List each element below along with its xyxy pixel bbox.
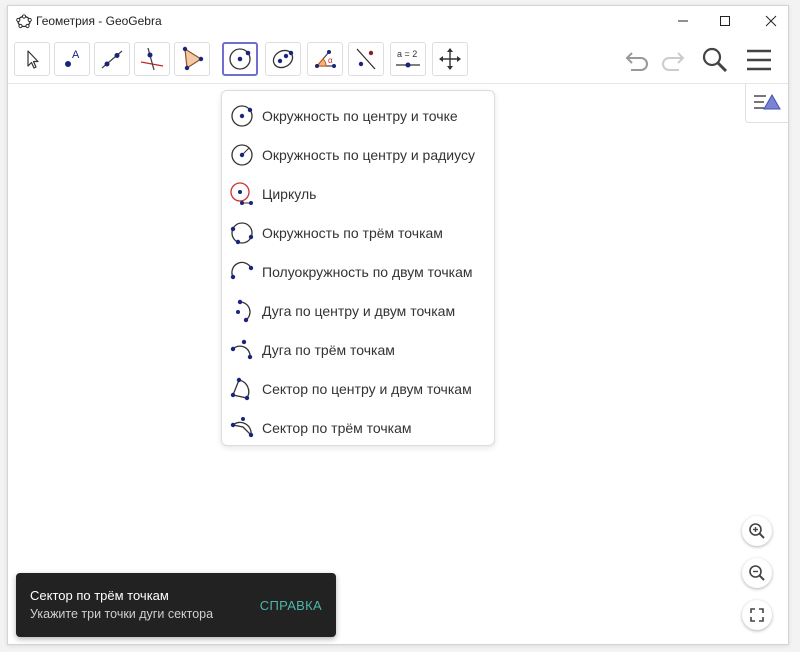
compass-icon bbox=[230, 182, 253, 205]
tool-ellipse[interactable] bbox=[265, 42, 301, 76]
search-icon bbox=[702, 47, 728, 73]
menu-item-circle-center-radius[interactable]: Окружность по центру и радиусу bbox=[222, 135, 494, 174]
maximize-icon bbox=[720, 16, 730, 26]
maximize-button[interactable] bbox=[702, 6, 748, 36]
redo-icon bbox=[662, 52, 685, 71]
menu-item-sector-three-points[interactable]: Сектор по трём точкам bbox=[222, 408, 494, 447]
minimize-button[interactable] bbox=[660, 6, 706, 36]
slider-icon: a = 2 bbox=[396, 49, 420, 68]
reflect-icon bbox=[356, 48, 376, 70]
sector-three-points-icon bbox=[230, 417, 254, 438]
menu-item-arc-center[interactable]: Дуга по центру и двум точкам bbox=[222, 291, 494, 330]
menu-item-label: Сектор по центру и двум точкам bbox=[262, 381, 472, 397]
geogebra-logo-icon bbox=[16, 14, 32, 29]
menu-item-label: Окружность по трём точкам bbox=[262, 225, 443, 241]
tooltip-title: Сектор по трём точкам bbox=[30, 588, 169, 603]
cursor-arrow-icon bbox=[27, 50, 39, 69]
line-icon bbox=[101, 50, 123, 69]
circle-three-points-icon bbox=[230, 222, 254, 245]
tool-angle[interactable]: α bbox=[307, 42, 343, 76]
window-title: Геометрия - GeoGebra bbox=[36, 14, 162, 28]
polygon-icon bbox=[182, 46, 204, 71]
tool-perpendicular-line[interactable] bbox=[134, 42, 170, 76]
style-bar-icon bbox=[754, 93, 781, 110]
toolbar: A α a = 2 bbox=[8, 36, 788, 84]
arc-three-points-icon bbox=[230, 339, 253, 360]
circle-center-point-icon bbox=[229, 48, 251, 70]
arc-center-icon bbox=[236, 299, 251, 323]
menu-item-label: Окружность по центру и точке bbox=[262, 108, 458, 124]
tool-tooltip: Сектор по трём точкам Укажите три точки … bbox=[16, 573, 336, 637]
menu-item-semicircle[interactable]: Полуокружность по двум точкам bbox=[222, 252, 494, 291]
tool-polygon[interactable] bbox=[174, 42, 210, 76]
tool-circle-center-point[interactable] bbox=[222, 42, 258, 76]
menu-item-circle-three-points[interactable]: Окружность по трём точкам bbox=[222, 213, 494, 252]
menu-item-label: Дуга по трём точкам bbox=[262, 342, 395, 358]
tool-move-graphics-view[interactable] bbox=[432, 42, 468, 76]
tool-line[interactable] bbox=[94, 42, 130, 76]
ellipse-icon bbox=[272, 49, 294, 69]
menu-item-circle-center-point[interactable]: Окружность по центру и точке bbox=[222, 96, 494, 135]
menu-item-label: Дуга по центру и двум точкам bbox=[262, 303, 456, 319]
angle-icon: α bbox=[315, 50, 336, 68]
hamburger-menu-icon bbox=[747, 49, 771, 71]
redo-button[interactable] bbox=[656, 44, 690, 76]
close-icon bbox=[765, 15, 777, 27]
zoom-in-icon bbox=[749, 523, 765, 539]
menu-item-compass[interactable]: Циркуль bbox=[222, 174, 494, 213]
menu-item-label: Циркуль bbox=[262, 186, 317, 202]
search-button[interactable] bbox=[698, 44, 732, 76]
menu-item-label: Сектор по трём точкам bbox=[262, 420, 412, 436]
zoom-in-button[interactable] bbox=[742, 516, 772, 546]
undo-icon bbox=[625, 52, 648, 71]
undo-button[interactable] bbox=[620, 44, 654, 76]
minimize-icon bbox=[678, 20, 688, 22]
style-bar-toggle-button[interactable] bbox=[745, 84, 788, 123]
menu-item-label: Полуокружность по двум точкам bbox=[262, 264, 473, 280]
tool-slider[interactable]: a = 2 bbox=[390, 42, 426, 76]
title-bar: Геометрия - GeoGebra bbox=[8, 6, 788, 36]
tooltip-description: Укажите три точки дуги сектора bbox=[30, 607, 214, 621]
menu-item-arc-three-points[interactable]: Дуга по трём точкам bbox=[222, 330, 494, 369]
zoom-out-button[interactable] bbox=[742, 558, 772, 588]
fullscreen-button[interactable] bbox=[742, 600, 772, 630]
circle-tools-menu: Окружность по центру и точке Окружность … bbox=[221, 90, 495, 446]
tool-reflect[interactable] bbox=[348, 42, 384, 76]
menu-item-label: Окружность по центру и радиусу bbox=[262, 147, 475, 163]
geogebra-window: Геометрия - GeoGebra A α a = 2 Окружност… bbox=[7, 5, 789, 645]
angle-label: α bbox=[328, 56, 333, 65]
semicircle-icon bbox=[230, 261, 254, 280]
fullscreen-icon bbox=[750, 608, 764, 622]
move-graphics-view-icon bbox=[439, 48, 461, 70]
tool-move[interactable] bbox=[14, 42, 50, 76]
sector-center-icon bbox=[230, 377, 250, 401]
tool-point[interactable]: A bbox=[54, 42, 90, 76]
help-button[interactable]: СПРАВКА bbox=[260, 598, 322, 613]
point-label: A bbox=[72, 49, 80, 61]
main-menu-button[interactable] bbox=[742, 44, 776, 76]
perpendicular-line-icon bbox=[140, 47, 164, 71]
slider-label: a = 2 bbox=[397, 49, 417, 59]
menu-item-sector-center[interactable]: Сектор по центру и двум точкам bbox=[222, 369, 494, 408]
close-button[interactable] bbox=[748, 6, 794, 36]
zoom-out-icon bbox=[749, 565, 765, 581]
circle-center-radius-icon bbox=[231, 144, 253, 166]
circle-center-point-icon bbox=[231, 105, 253, 127]
point-icon: A bbox=[65, 49, 80, 67]
